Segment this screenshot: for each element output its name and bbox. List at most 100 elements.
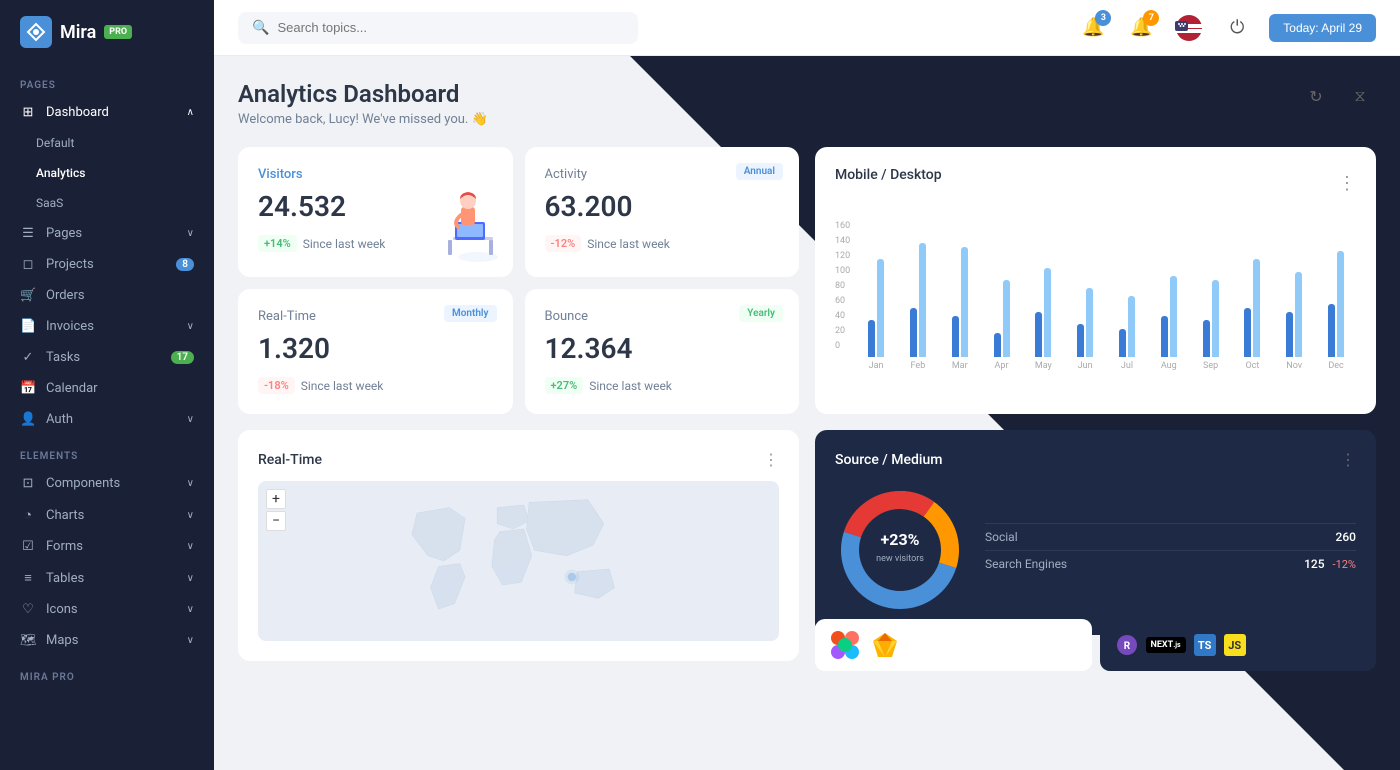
donut-container: +23% new visitors Social 260 Search Engi…: [835, 485, 1356, 615]
sidebar-item-label: Pages: [46, 226, 82, 241]
bar-label: Sep: [1203, 361, 1218, 371]
invoices-icon: 📄: [20, 319, 36, 334]
search-input[interactable]: [277, 20, 624, 35]
alerts-button[interactable]: 🔔 7: [1125, 12, 1157, 44]
notifications-button[interactable]: 🔔 3: [1077, 12, 1109, 44]
page-header: Analytics Dashboard Welcome back, Lucy! …: [238, 80, 1376, 127]
sidebar-item-maps[interactable]: 🗺 Maps ∨: [0, 625, 214, 656]
main-area: 🔍 🔔 3 🔔 7: [214, 0, 1400, 770]
nextjs-icon: NEXT.js: [1146, 637, 1186, 653]
sidebar-item-default[interactable]: Default: [0, 128, 214, 158]
page-header-actions: ↻ ⧖: [1300, 80, 1376, 112]
calendar-icon: 📅: [20, 381, 36, 396]
mira-pro-label: MIRA PRO: [0, 656, 214, 689]
bar-label: Apr: [995, 361, 1009, 371]
bar-wrap: [1077, 227, 1093, 357]
chart-more-button[interactable]: ⋮: [1338, 173, 1356, 194]
bar-dark: [994, 333, 1001, 357]
bar-light: [1253, 259, 1260, 357]
source-more-button[interactable]: ⋮: [1340, 450, 1356, 469]
sidebar-item-components[interactable]: ⊡ Components ∨: [0, 468, 214, 499]
bounce-footer: +27% Since last week: [545, 377, 780, 394]
sidebar-item-label: Dashboard: [46, 105, 109, 120]
forms-icon: ☑: [20, 539, 36, 554]
bar-light: [1337, 251, 1344, 357]
realtime-desc: Since last week: [301, 379, 384, 393]
bar-group: Dec: [1316, 227, 1356, 371]
bar-dark: [1328, 304, 1335, 357]
tables-icon: ≡: [20, 570, 36, 586]
chevron-icon: ∨: [187, 414, 194, 425]
bar-label: Feb: [911, 361, 926, 371]
search-box[interactable]: 🔍: [238, 12, 638, 44]
map-title: Real-Time: [258, 452, 322, 468]
sidebar-item-label: Tables: [46, 571, 84, 586]
bar-wrap: [994, 227, 1010, 357]
map-more-button[interactable]: ⋮: [763, 450, 779, 469]
sidebar-item-dashboard[interactable]: ⊞ Dashboard ∧: [0, 97, 214, 128]
chevron-icon: ∨: [187, 478, 194, 489]
elements-section-label: ELEMENTS: [0, 435, 214, 468]
power-button[interactable]: ⏻: [1221, 12, 1253, 44]
refresh-button[interactable]: ↻: [1300, 80, 1332, 112]
sidebar-item-orders[interactable]: 🛒 Orders: [0, 280, 214, 311]
realtime-badge: Monthly: [444, 305, 497, 322]
search-icon: 🔍: [252, 20, 269, 36]
bar-dark: [1161, 316, 1168, 357]
sidebar-item-label: Invoices: [46, 319, 94, 334]
tasks-badge: 17: [171, 351, 194, 364]
sidebar-item-projects[interactable]: ◻ Projects 8: [0, 249, 214, 280]
sidebar-item-icons[interactable]: ♡ Icons ∨: [0, 594, 214, 625]
components-icon: ⊡: [20, 476, 36, 491]
bar-label: Oct: [1245, 361, 1259, 371]
sidebar-item-charts[interactable]: ◔ Charts ∨: [0, 499, 214, 531]
auth-icon: 👤: [20, 412, 36, 427]
chevron-icon: ∨: [187, 228, 194, 239]
bar-dark: [952, 316, 959, 357]
date-button[interactable]: Today: April 29: [1269, 14, 1376, 42]
source-value: 125: [1304, 557, 1324, 571]
sidebar-item-tables[interactable]: ≡ Tables ∨: [0, 562, 214, 594]
bounce-badge: Yearly: [739, 305, 783, 322]
bounce-value: 12.364: [545, 332, 780, 365]
activity-change: -12%: [545, 235, 582, 252]
chart-title: Mobile / Desktop: [835, 167, 942, 183]
donut-sub-text: new visitors: [876, 554, 924, 564]
typescript-icon: TS: [1194, 634, 1216, 656]
notifications-badge: 3: [1095, 10, 1111, 26]
sidebar-item-pages[interactable]: ☰ Pages ∨: [0, 218, 214, 249]
sidebar-item-calendar[interactable]: 📅 Calendar: [0, 373, 214, 404]
sidebar-item-analytics[interactable]: Analytics: [0, 158, 214, 188]
source-name: Search Engines: [985, 557, 1067, 571]
stat-card-realtime: Monthly Real-Time 1.320 -18% Since last …: [238, 289, 513, 414]
sidebar-item-forms[interactable]: ☑ Forms ∨: [0, 531, 214, 562]
sidebar-item-auth[interactable]: 👤 Auth ∨: [0, 404, 214, 435]
sidebar-item-invoices[interactable]: 📄 Invoices ∨: [0, 311, 214, 342]
sidebar-item-saas[interactable]: SaaS: [0, 188, 214, 218]
bar-light: [1086, 288, 1093, 357]
top-section: Visitors 24.532 +14% Since last week: [238, 147, 1376, 414]
flag-button[interactable]: [1173, 12, 1205, 44]
visitors-change: +14%: [258, 235, 297, 252]
chevron-icon: ∨: [187, 541, 194, 552]
pages-icon: ☰: [20, 226, 36, 241]
bar-group: May: [1023, 227, 1063, 371]
chevron-icon: ∨: [187, 573, 194, 584]
bar-dark: [1286, 312, 1293, 357]
filter-button[interactable]: ⧖: [1344, 80, 1376, 112]
logo-icon: [20, 16, 52, 48]
bar-group: Oct: [1233, 227, 1273, 371]
sidebar-item-tasks[interactable]: ✓ Tasks 17: [0, 342, 214, 373]
chevron-icon: ∧: [187, 107, 194, 118]
bar-group: Sep: [1191, 227, 1231, 371]
bar-label: Aug: [1161, 361, 1177, 371]
sidebar-item-label: Auth: [46, 412, 73, 427]
bar-dark: [910, 308, 917, 357]
logo-text: Mira: [60, 22, 96, 43]
pages-section-label: PAGES: [0, 64, 214, 97]
bar-label: Jul: [1121, 361, 1133, 371]
sidebar-logo[interactable]: Mira PRO: [0, 0, 214, 64]
bar-wrap: [910, 227, 926, 357]
sidebar-item-label: Tasks: [46, 350, 80, 365]
logo-showcase: R NEXT.js TS JS: [815, 619, 1376, 671]
